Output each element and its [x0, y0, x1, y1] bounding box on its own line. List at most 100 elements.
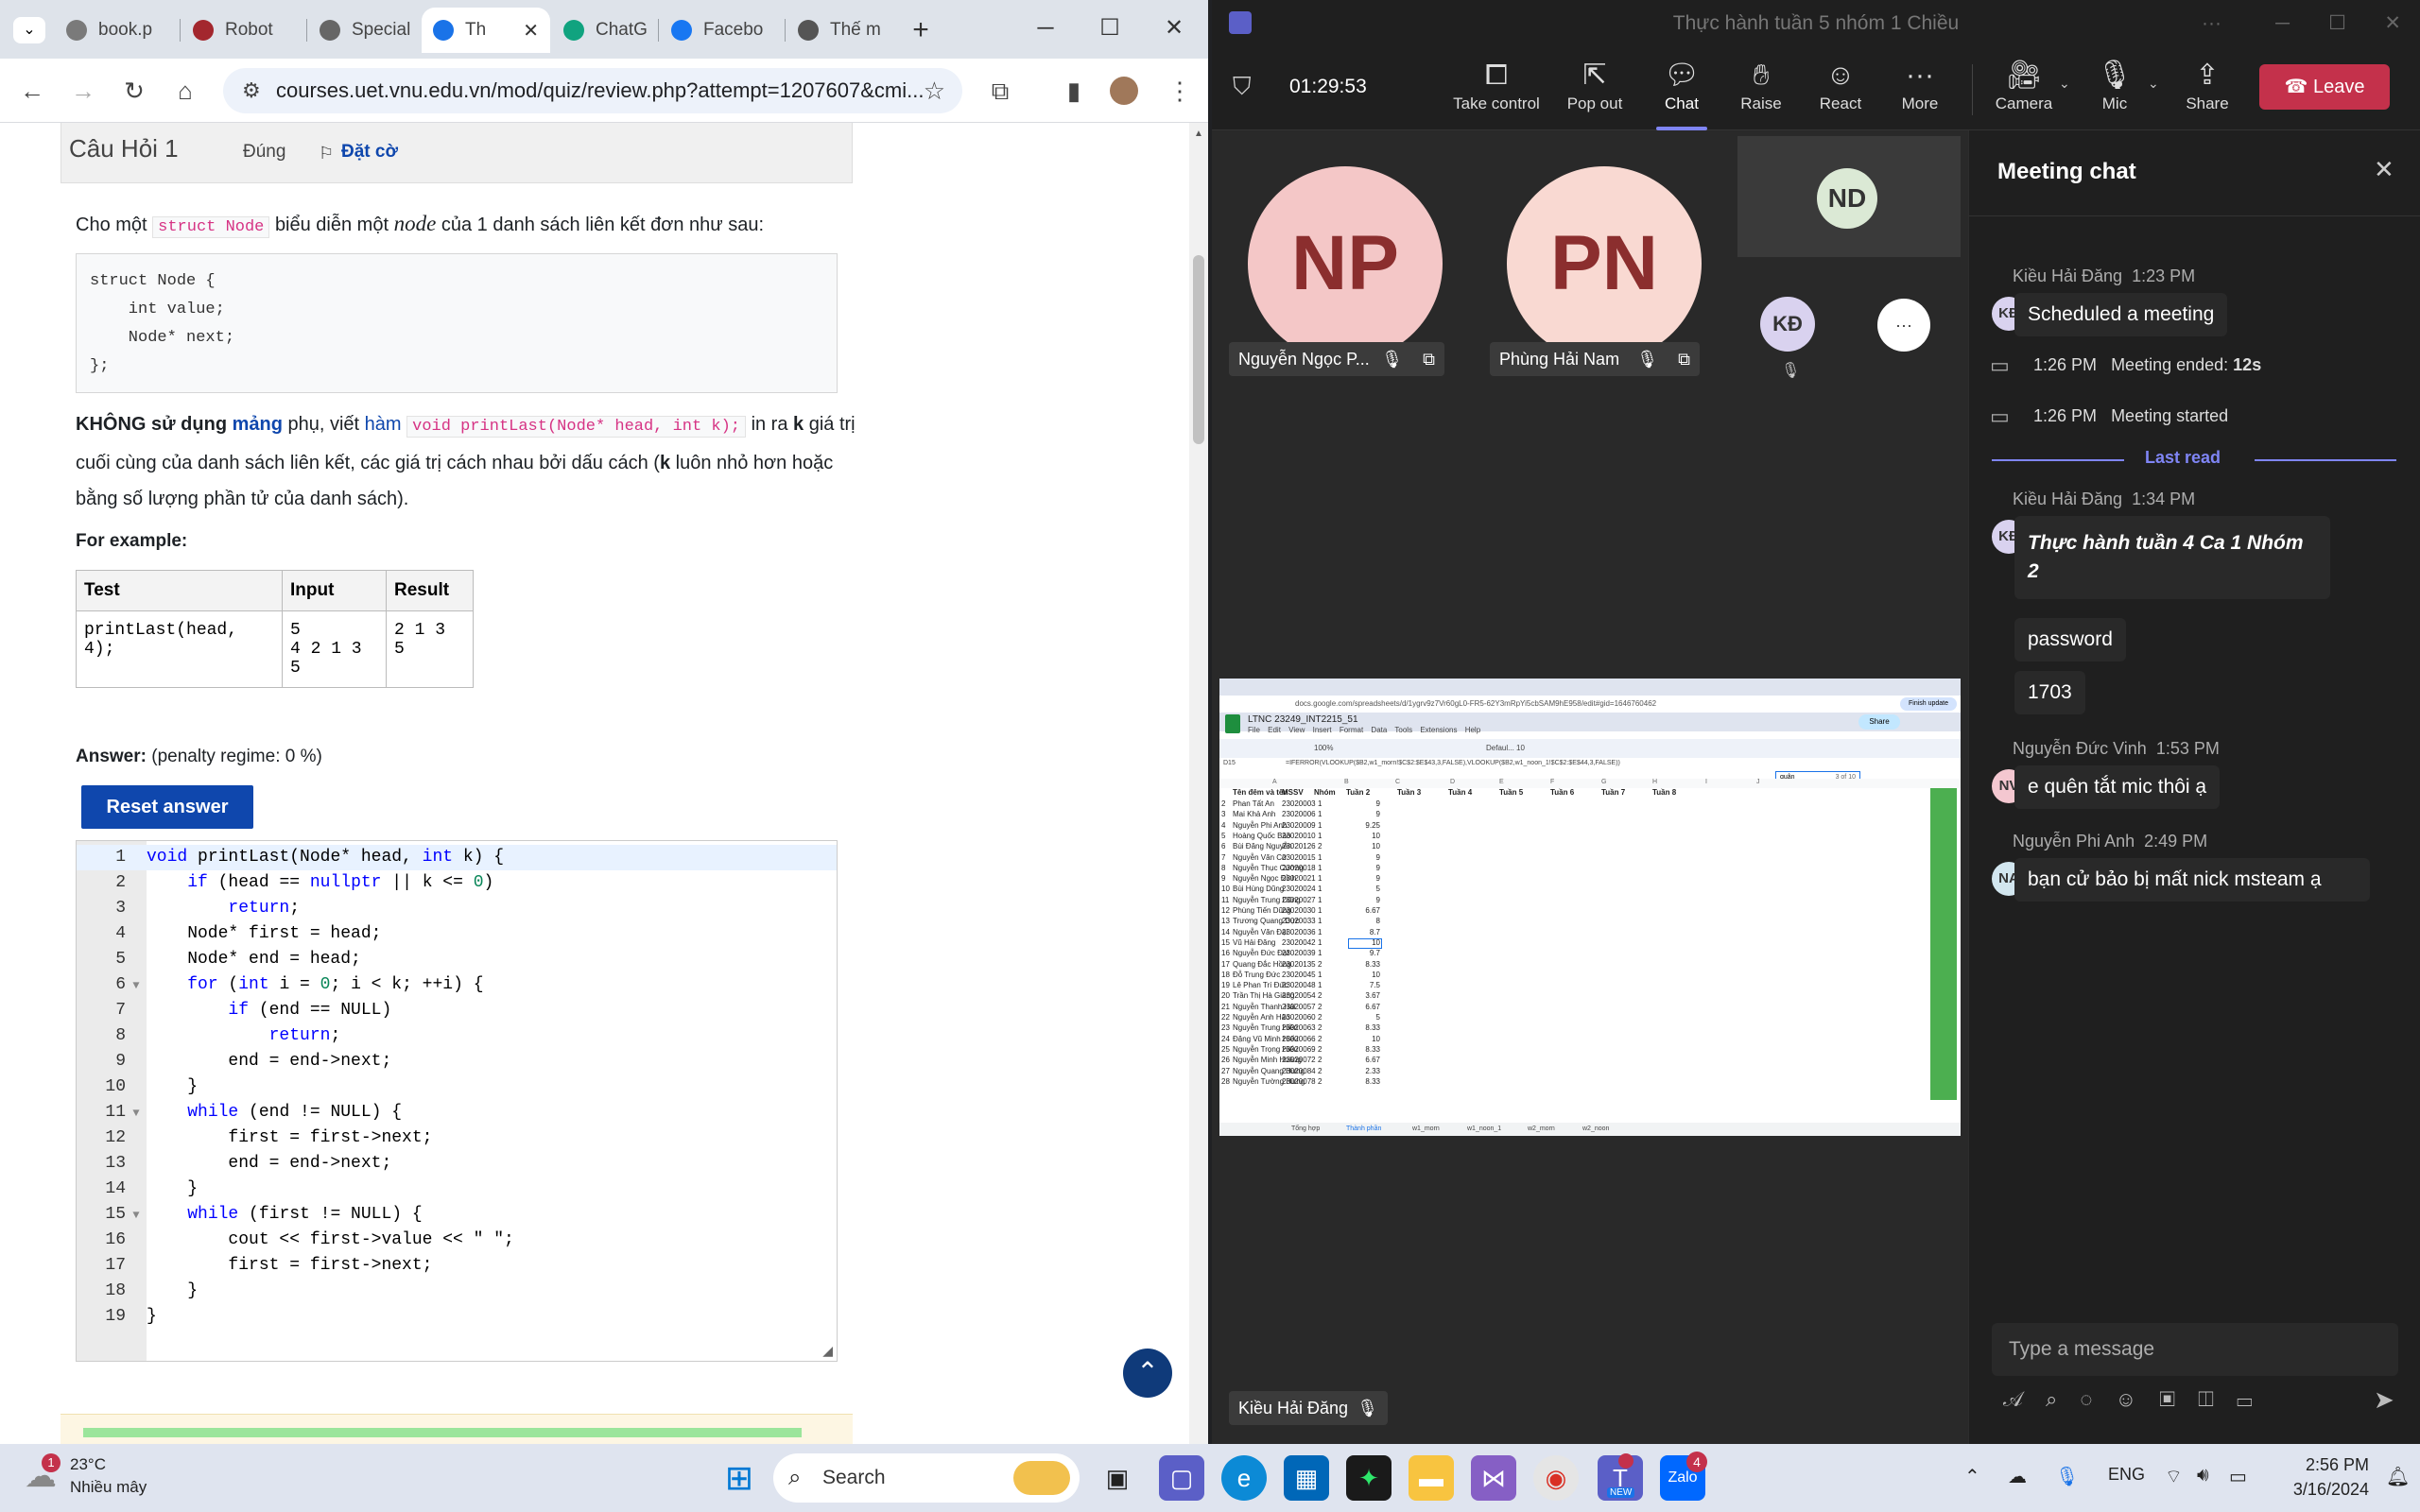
- wifi-icon[interactable]: ⌔: [2165, 1465, 2183, 1488]
- site-info-icon[interactable]: ⚙: [242, 68, 261, 113]
- format-icon[interactable]: 𝒜: [2003, 1387, 2023, 1411]
- ss-sheet-tab[interactable]: w2_noon: [1582, 1123, 1609, 1136]
- ss-formula[interactable]: =IFERROR(VLOOKUP($B2,w1_morn!$C$2:$E$43,…: [1286, 760, 1620, 766]
- reload-icon[interactable]: ↻: [117, 74, 151, 108]
- language-indicator[interactable]: ENG: [2108, 1465, 2145, 1485]
- menu-kebab-icon[interactable]: ⋮: [1163, 74, 1197, 108]
- ss-menu-item[interactable]: File: [1248, 726, 1260, 734]
- fold-arrow-icon[interactable]: ▼: [126, 1101, 147, 1126]
- code-line[interactable]: 11 ▼ while (end != NULL) {: [77, 1100, 837, 1126]
- code-line[interactable]: 15 ▼ while (first != NULL) {: [77, 1202, 837, 1228]
- share-button[interactable]: ⇪ Share: [2165, 57, 2250, 127]
- gif-icon[interactable]: ▣: [2159, 1387, 2175, 1411]
- forward-icon[interactable]: →: [66, 74, 100, 108]
- video-clip-icon[interactable]: ▭: [2237, 1387, 2253, 1411]
- more-participants-button[interactable]: ···: [1877, 299, 1930, 352]
- onedrive-icon[interactable]: ☁: [2008, 1465, 2027, 1488]
- code-line[interactable]: 3 return;: [77, 896, 837, 921]
- code-line[interactable]: 6 ▼ for (int i = 0; i < k; ++i) {: [77, 972, 837, 999]
- pin-icon[interactable]: ⧉: [1423, 342, 1435, 376]
- minimize-icon[interactable]: ─: [2275, 0, 2290, 47]
- code-editor[interactable]: 1 void printLast(Node* head, int k) {2 if…: [76, 840, 838, 1362]
- code-line[interactable]: 18 }: [77, 1279, 837, 1304]
- windows-start-icon[interactable]: ⊞: [717, 1455, 762, 1501]
- close-window-icon[interactable]: ✕: [2384, 0, 2401, 47]
- clock-time[interactable]: 2:56 PM: [2278, 1455, 2369, 1475]
- tab-book[interactable]: book.p: [55, 8, 178, 53]
- close-chat-icon[interactable]: ✕: [2374, 155, 2394, 184]
- scrollbar-thumb[interactable]: [1193, 255, 1204, 444]
- code-line[interactable]: 4 Node* first = head;: [77, 921, 837, 947]
- taskbar-search[interactable]: ⌕ Search: [773, 1453, 1080, 1503]
- ss-sheet-tab[interactable]: Tổng hợp: [1291, 1123, 1320, 1136]
- code-line[interactable]: 9 end = end->next;: [77, 1049, 837, 1074]
- scroll-to-top-button[interactable]: ⌃: [1123, 1349, 1172, 1398]
- flag-icon[interactable]: ⚐: [319, 144, 334, 163]
- ss-menu-item[interactable]: Format: [1340, 726, 1363, 734]
- chevron-down-icon[interactable]: ⌄: [2148, 76, 2159, 92]
- notification-bell-icon[interactable]: 🔔︎: [2386, 1465, 2410, 1488]
- flag-question-link[interactable]: Đặt cờ: [341, 142, 398, 163]
- code-line[interactable]: 1 void printLast(Node* head, int k) {: [77, 845, 837, 870]
- bookmark-star-icon[interactable]: ☆: [924, 68, 945, 113]
- chat-button[interactable]: 💬︎ Chat: [1639, 57, 1724, 130]
- weather-temp[interactable]: 23°C: [70, 1455, 106, 1474]
- reset-answer-button[interactable]: Reset answer: [81, 785, 253, 829]
- shield-icon[interactable]: ⛉: [1233, 72, 1252, 102]
- ss-menu-item[interactable]: Help: [1465, 726, 1480, 734]
- code-line[interactable]: 10 }: [77, 1074, 837, 1100]
- send-icon[interactable]: ➤: [2374, 1385, 2394, 1415]
- volume-icon[interactable]: 🔊︎: [2197, 1465, 2209, 1486]
- ss-grid[interactable]: Tên đêm và tên MSSV Nhóm Tuần 2 Tuần 3 Tuần 4…: [1219, 788, 1961, 1100]
- minimize-icon[interactable]: ─: [1027, 11, 1064, 45]
- code-line[interactable]: 7 if (end == NULL): [77, 998, 837, 1023]
- ss-sheet-tab[interactable]: w2_morn: [1528, 1123, 1555, 1136]
- maximize-icon[interactable]: ☐: [2328, 0, 2346, 47]
- code-line[interactable]: 2 if (head == nullptr || k <= 0): [77, 870, 837, 896]
- mic-icon[interactable]: 🎙︎: [2055, 1465, 2079, 1488]
- maximize-icon[interactable]: ☐: [1091, 11, 1129, 45]
- more-options-icon[interactable]: ···: [2202, 0, 2221, 47]
- ss-finish-update[interactable]: Finish update: [1900, 697, 1957, 711]
- edge-icon[interactable]: e: [1221, 1455, 1267, 1501]
- ss-share-button[interactable]: Share: [1858, 714, 1900, 730]
- camera-button[interactable]: 🎥︎ Camera: [1981, 57, 2066, 127]
- clock-date[interactable]: 3/16/2024: [2278, 1480, 2369, 1500]
- fold-arrow-icon[interactable]: ▼: [126, 1203, 147, 1228]
- ss-menu-item[interactable]: View: [1288, 726, 1305, 734]
- fold-arrow-icon[interactable]: ▼: [126, 973, 147, 999]
- ss-menu-item[interactable]: Data: [1371, 726, 1387, 734]
- chat-input[interactable]: Type a message: [1992, 1323, 2398, 1376]
- loop-icon[interactable]: ◌: [2080, 1387, 2092, 1411]
- pin-icon[interactable]: ⧉: [1678, 342, 1690, 376]
- ss-menu-item[interactable]: Extensions: [1420, 726, 1457, 734]
- react-button[interactable]: ☺ React: [1798, 57, 1883, 127]
- close-window-icon[interactable]: ✕: [1155, 11, 1193, 45]
- code-line[interactable]: 13 end = end->next;: [77, 1151, 837, 1177]
- pop-out-button[interactable]: ⇱ Pop out: [1552, 57, 1637, 127]
- sticker-icon[interactable]: ◫: [2198, 1387, 2214, 1411]
- razer-icon[interactable]: ✦: [1346, 1455, 1392, 1501]
- attach-icon[interactable]: ⌕: [2046, 1387, 2057, 1411]
- show-hidden-icons-icon[interactable]: ⌃: [1964, 1465, 1980, 1488]
- close-tab-icon[interactable]: ✕: [523, 19, 539, 43]
- code-line[interactable]: 14 }: [77, 1177, 837, 1202]
- leave-button[interactable]: ☎ Leave: [2259, 64, 2390, 110]
- ss-font-size[interactable]: 10: [1516, 739, 1525, 758]
- address-bar[interactable]: ⚙ courses.uet.vnu.edu.vn/mod/quiz/review…: [223, 68, 962, 113]
- ss-sheet-tab[interactable]: Thành phần: [1346, 1123, 1381, 1136]
- store-icon[interactable]: ▦: [1284, 1455, 1329, 1501]
- teams-chat-icon[interactable]: ▢: [1159, 1455, 1204, 1501]
- code-line[interactable]: 5 Node* end = head;: [77, 947, 837, 972]
- ss-sheet-tab[interactable]: w1_morn: [1412, 1123, 1440, 1136]
- tab-robot[interactable]: Robot: [182, 8, 304, 53]
- code-line[interactable]: 19}: [77, 1304, 837, 1330]
- ss-selected-cell[interactable]: [1348, 938, 1382, 949]
- page-scrollbar[interactable]: ▲: [1189, 123, 1208, 1444]
- code-line[interactable]: 17 first = first->next;: [77, 1253, 837, 1279]
- tab-special[interactable]: Special: [308, 8, 431, 53]
- ss-sheet-tab[interactable]: w1_noon_1: [1467, 1123, 1501, 1136]
- tab-chatgpt[interactable]: ChatG: [552, 8, 656, 53]
- tab-facebook[interactable]: Facebo: [660, 8, 783, 53]
- chrome-icon[interactable]: ◉: [1533, 1455, 1579, 1501]
